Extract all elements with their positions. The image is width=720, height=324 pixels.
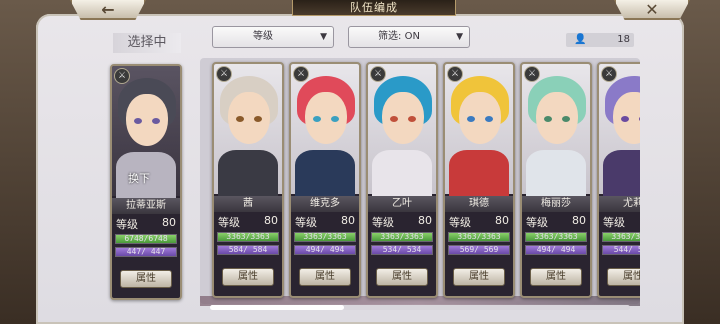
- hp-value: 3363/3363: [534, 232, 578, 241]
- hp-value: 3363/3363: [611, 232, 640, 241]
- level-value: 80: [495, 214, 509, 227]
- scrollbar-thumb[interactable]: [210, 305, 344, 310]
- portrait-eye: [408, 116, 416, 122]
- portrait-outfit: [372, 150, 432, 200]
- mp-bar: 494/ 494: [525, 245, 587, 255]
- mp-bar: 584/ 584: [217, 245, 279, 255]
- mp-value: 544/ 544: [613, 245, 640, 254]
- portrait-outfit: [526, 150, 586, 200]
- hp-value: 3363/3363: [303, 232, 347, 241]
- portrait-eye: [639, 116, 640, 122]
- level-row: 等级 80: [291, 214, 359, 230]
- sword-icon: ⚔: [447, 66, 463, 82]
- hp-bar: 3363/3363: [294, 232, 356, 242]
- portrait-eye: [313, 116, 321, 122]
- character-name: 琪德: [445, 196, 513, 212]
- portrait-face: [305, 92, 347, 144]
- character-name: 茜: [214, 196, 282, 212]
- portrait-outfit: [295, 150, 355, 200]
- level-value: 80: [264, 214, 278, 227]
- level-label: 等级: [526, 216, 548, 229]
- attributes-button[interactable]: 属性: [530, 268, 582, 286]
- attributes-button[interactable]: 属性: [453, 268, 505, 286]
- level-row: 等级 80: [214, 214, 282, 230]
- attributes-button[interactable]: 属性: [376, 268, 428, 286]
- level-row: 等级 80: [522, 214, 590, 230]
- character-portrait: [522, 64, 590, 200]
- sword-icon: ⚔: [370, 66, 386, 82]
- portrait-outfit: [218, 150, 278, 200]
- level-label: 等级: [372, 216, 394, 229]
- character-name: 梅丽莎: [522, 196, 590, 212]
- character-card[interactable]: ⚔ 乙叶 等级 80 3363/3363 534/ 534 属性: [366, 62, 438, 298]
- portrait-eye: [236, 116, 244, 122]
- character-card[interactable]: ⚔ 维克多 等级 80 3363/3363 494/ 494 属性: [289, 62, 361, 298]
- character-card[interactable]: ⚔ 梅丽莎 等级 80 3363/3363 494/ 494 属性: [520, 62, 592, 298]
- attributes-button[interactable]: 属性: [299, 268, 351, 286]
- character-name: 乙叶: [368, 196, 436, 212]
- attributes-button[interactable]: 属性: [607, 268, 640, 286]
- hp-bar: 3363/3363: [602, 232, 640, 242]
- portrait-eye: [254, 116, 262, 122]
- level-value: 80: [341, 214, 355, 227]
- sword-icon: ⚔: [524, 66, 540, 82]
- character-portrait: [291, 64, 359, 200]
- attributes-button[interactable]: 属性: [222, 268, 274, 286]
- portrait-eye: [621, 116, 629, 122]
- sword-icon: ⚔: [601, 66, 617, 82]
- hp-value: 3363/3363: [457, 232, 501, 241]
- level-label: 等级: [218, 216, 240, 229]
- horizontal-scrollbar[interactable]: [210, 305, 630, 310]
- character-card[interactable]: ⚔ 茜 等级 80 3363/3363 584/ 584 属性: [212, 62, 284, 298]
- level-row: 等级 80: [599, 214, 640, 230]
- character-name: 维克多: [291, 196, 359, 212]
- mp-value: 494/ 494: [536, 245, 576, 254]
- portrait-eye: [331, 116, 339, 122]
- portrait-eye: [467, 116, 475, 122]
- hp-bar: 3363/3363: [448, 232, 510, 242]
- mp-value: 569/ 569: [459, 245, 499, 254]
- character-portrait: [445, 64, 513, 200]
- sword-icon: ⚔: [216, 66, 232, 82]
- hp-bar: 3363/3363: [525, 232, 587, 242]
- portrait-face: [536, 92, 578, 144]
- mp-value: 584/ 584: [228, 245, 268, 254]
- character-portrait: [214, 64, 282, 200]
- mp-bar: 494/ 494: [294, 245, 356, 255]
- portrait-eye: [390, 116, 398, 122]
- portrait-face: [382, 92, 424, 144]
- close-icon: ✕: [645, 0, 659, 19]
- mp-value: 494/ 494: [305, 245, 345, 254]
- level-value: 80: [418, 214, 432, 227]
- character-name: 尤莉: [599, 196, 640, 212]
- level-label: 等级: [295, 216, 317, 229]
- character-portrait: [599, 64, 640, 200]
- hp-bar: 3363/3363: [217, 232, 279, 242]
- mp-bar: 569/ 569: [448, 245, 510, 255]
- hp-value: 3363/3363: [380, 232, 424, 241]
- character-card[interactable]: ⚔ 尤莉 等级 80 3363/3363 544/ 544 属性: [597, 62, 640, 298]
- mp-value: 534/ 534: [382, 245, 422, 254]
- character-portrait: [368, 64, 436, 200]
- level-row: 等级 80: [445, 214, 513, 230]
- portrait-eye: [562, 116, 570, 122]
- hp-value: 3363/3363: [226, 232, 270, 241]
- mp-bar: 544/ 544: [602, 245, 640, 255]
- mp-bar: 534/ 534: [371, 245, 433, 255]
- character-card[interactable]: ⚔ 琪德 等级 80 3363/3363 569/ 569 属性: [443, 62, 515, 298]
- level-label: 等级: [603, 216, 625, 229]
- level-value: 80: [572, 214, 586, 227]
- hp-bar: 3363/3363: [371, 232, 433, 242]
- sword-icon: ⚔: [293, 66, 309, 82]
- portrait-eye: [485, 116, 493, 122]
- level-row: 等级 80: [368, 214, 436, 230]
- portrait-outfit: [449, 150, 509, 200]
- portrait-face: [228, 92, 270, 144]
- portrait-eye: [544, 116, 552, 122]
- portrait-outfit: [603, 150, 640, 200]
- level-label: 等级: [449, 216, 471, 229]
- portrait-face: [459, 92, 501, 144]
